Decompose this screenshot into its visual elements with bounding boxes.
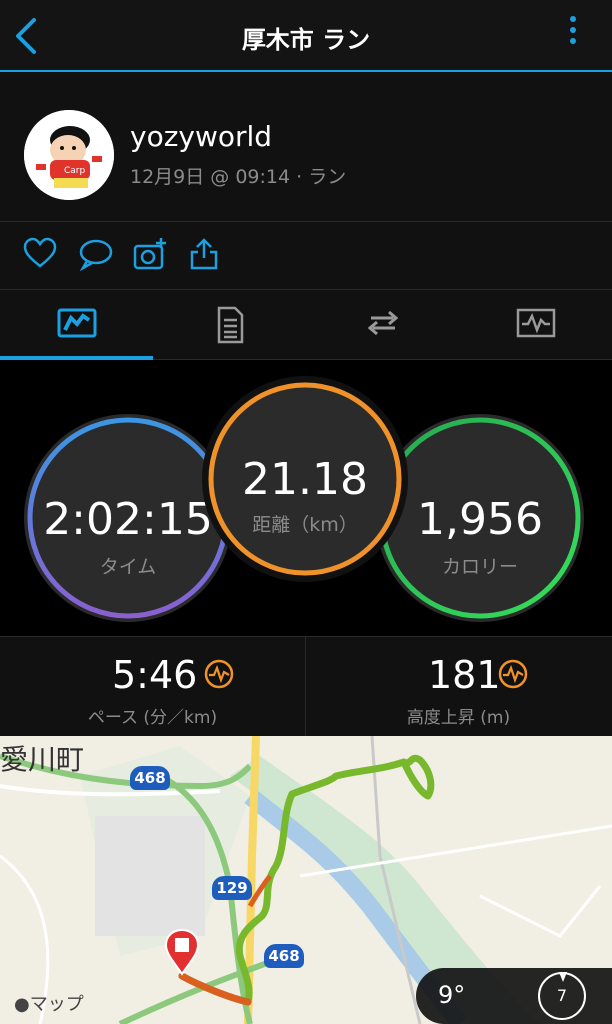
- distance-label: 距離（km）: [252, 514, 358, 536]
- tab-charts[interactable]: [459, 290, 612, 360]
- elevation-chart-icon: [498, 659, 528, 689]
- time-ring: 2:02:15 タイム: [24, 414, 232, 622]
- username[interactable]: yozyworld: [130, 120, 272, 153]
- summary-rings: 2:02:15 タイム 1,956 カロリー 21.18 距離（km）: [0, 360, 612, 636]
- navigation-bar: 厚木市 ラン: [0, 0, 612, 72]
- route-badge: 468: [264, 944, 304, 968]
- metrics-row: 5:46 ペース (分／km) 181 高度上昇 (m): [0, 636, 612, 737]
- laps-tab-icon: [367, 310, 398, 336]
- pace-value: 5:46: [112, 653, 198, 697]
- splits-tab-icon: [217, 306, 243, 344]
- compass-value: 7: [556, 986, 568, 1005]
- chart-tab-icon: [516, 308, 555, 338]
- temperature: 9°: [438, 981, 466, 1009]
- map-attribution-text: マップ: [29, 994, 84, 1015]
- pace-chart-icon: [204, 659, 234, 689]
- pace-label: ペース (分／km): [87, 708, 218, 728]
- time-label: タイム: [99, 556, 157, 578]
- share-icon[interactable]: [186, 236, 222, 272]
- distance-ring: 21.18 距離（km）: [202, 376, 408, 582]
- elevation-value: 181: [428, 653, 501, 697]
- tab-laps[interactable]: [306, 290, 459, 360]
- avatar[interactable]: Carp: [24, 110, 114, 200]
- map-attribution: ●マップ: [14, 990, 84, 1016]
- tab-splits[interactable]: [153, 290, 306, 360]
- apple-logo-icon: ●: [14, 994, 30, 1015]
- stats-tab-icon: [57, 308, 96, 338]
- tab-bar: [0, 290, 612, 360]
- stop-marker-icon[interactable]: [164, 928, 200, 976]
- elevation-metric[interactable]: 181 高度上昇 (m): [306, 637, 611, 737]
- elevation-label: 高度上昇 (m): [406, 708, 511, 728]
- activity-date: 12月9日 @ 09:14 · ラン: [130, 166, 347, 188]
- time-value: 2:02:15: [43, 494, 213, 545]
- heart-icon[interactable]: [22, 236, 58, 272]
- activity-header: Carp yozyworld 12月9日 @ 09:14 · ラン: [0, 72, 612, 222]
- more-vertical-icon[interactable]: [568, 16, 578, 56]
- action-bar: [0, 222, 612, 290]
- svg-text:Carp: Carp: [64, 166, 85, 176]
- comment-icon[interactable]: [78, 236, 114, 272]
- place-label: 愛川町: [0, 743, 85, 776]
- route-badge: 468: [130, 766, 170, 790]
- weather-overlay: 9° 7: [416, 968, 612, 1024]
- pace-metric[interactable]: 5:46 ペース (分／km): [0, 637, 305, 737]
- route-badge: 129: [212, 876, 252, 900]
- compass-icon[interactable]: 7: [538, 972, 586, 1020]
- camera-add-icon[interactable]: [132, 236, 168, 272]
- page-title: 厚木市 ラン: [241, 26, 371, 54]
- distance-value: 21.18: [242, 454, 368, 505]
- tab-stats[interactable]: [0, 290, 153, 360]
